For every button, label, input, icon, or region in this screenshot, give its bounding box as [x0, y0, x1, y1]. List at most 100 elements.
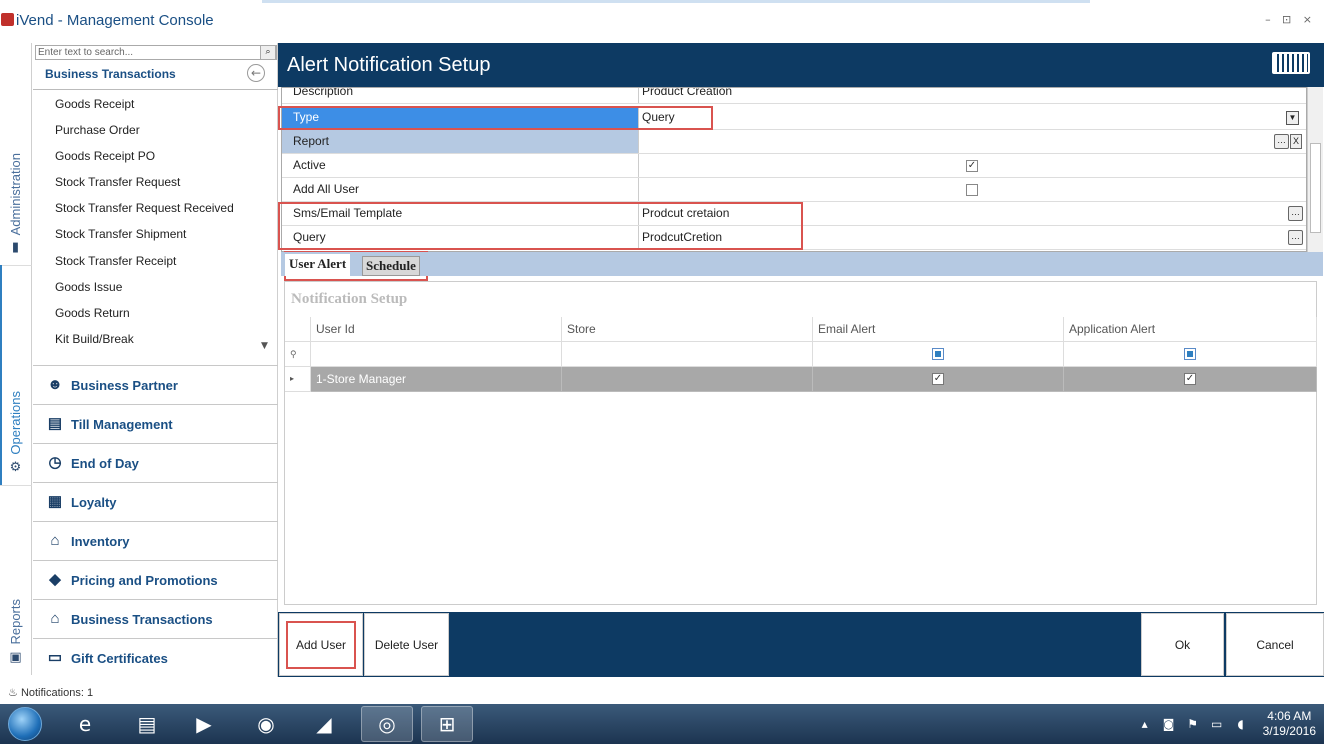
keyboard-icon[interactable] [1272, 52, 1310, 74]
clock[interactable]: 4:06 AM 3/19/2016 [1263, 709, 1316, 739]
sidebar-item-goods-receipt-po[interactable]: Goods Receipt PO [55, 148, 265, 174]
group-label: Inventory [71, 533, 130, 549]
taskbar: e ▤ ▶ ◉ ◢ ◎ ⊞ ▴ ◙ ⚑ ▭ ◖ 4:06 AM 3/19/201… [0, 704, 1324, 744]
scroll-down-icon[interactable]: ▼ [261, 341, 268, 351]
bell-icon[interactable]: ♨ [8, 687, 18, 699]
reports-label: Reports [8, 599, 23, 645]
tray-app-icon[interactable]: ◙ [1161, 716, 1177, 732]
sidebar-item-goods-issue[interactable]: Goods Issue [55, 279, 265, 305]
sidebar-item-purchase-order[interactable]: Purchase Order [55, 122, 265, 148]
sidebar-item-stock-transfer-request[interactable]: Stock Transfer Request [55, 174, 265, 200]
column-header[interactable]: Store [562, 317, 813, 342]
chrome-icon[interactable]: ◉ [240, 706, 292, 742]
tab-schedule[interactable]: Schedule [362, 256, 420, 276]
prop-row-add-all-user[interactable]: Add All User [282, 178, 1306, 202]
section-title: Notification Setup [291, 291, 408, 307]
filter-cell[interactable] [1064, 342, 1317, 367]
browse-button[interactable]: … [1274, 134, 1289, 149]
tab-operations[interactable]: Operations ⚙ [0, 265, 32, 485]
app-icon [1, 13, 14, 26]
tab-reports[interactable]: Reports ▣ [0, 485, 32, 675]
group-end-of-day[interactable]: ◷ End of Day [33, 443, 278, 482]
store-cell[interactable] [562, 367, 813, 392]
sidebar-item-stock-transfer-receipt[interactable]: Stock Transfer Receipt [55, 253, 265, 279]
scrollbar-thumb[interactable] [1310, 143, 1321, 233]
active-checkbox[interactable]: ✓ [966, 160, 978, 172]
filter-icon: ⚲ [285, 342, 311, 367]
app-icon-notes[interactable]: ◢ [298, 706, 350, 742]
flag-icon[interactable]: ⚑ [1185, 716, 1201, 732]
report-value[interactable] [639, 130, 1306, 153]
email-alert-checkbox[interactable]: ✓ [932, 373, 944, 385]
chevron-down-icon[interactable]: ▼ [1286, 111, 1299, 125]
sidebar-item-goods-return[interactable]: Goods Return [55, 305, 265, 331]
browse-button[interactable]: … [1288, 206, 1303, 221]
app-alert-cell[interactable]: ✓ [1064, 367, 1317, 392]
search-icon[interactable]: ⌕ [260, 45, 276, 60]
network-icon[interactable]: ▭ [1209, 716, 1225, 732]
description-value[interactable]: Product Creation [639, 88, 1306, 103]
prop-row-report[interactable]: Report … X [282, 130, 1306, 154]
action-bar: Add User Delete User Ok Cancel [278, 612, 1324, 677]
window-controls[interactable]: – ⊡ × [1265, 13, 1316, 26]
start-button[interactable] [8, 707, 42, 741]
sidebar-item-stock-transfer-shipment[interactable]: Stock Transfer Shipment [55, 226, 265, 252]
property-grid-scrollbar[interactable] [1307, 87, 1323, 252]
column-header[interactable]: Email Alert [813, 317, 1064, 342]
group-pricing-promotions[interactable]: ◆ Pricing and Promotions [33, 560, 278, 599]
chevron-up-icon[interactable]: ▴ [1137, 716, 1153, 732]
tag-icon: ◆ [49, 571, 61, 588]
group-till-management[interactable]: ▤ Till Management [33, 404, 278, 443]
type-select[interactable]: Query [639, 106, 1306, 129]
prop-row-active[interactable]: Active ✓ [282, 154, 1306, 178]
media-player-icon[interactable]: ▶ [178, 706, 230, 742]
sidebar-item-kit-build-break[interactable]: Kit Build/Break [55, 331, 265, 357]
explorer-icon[interactable]: ▤ [121, 706, 173, 742]
title-bar: iVend - Management Console – ⊡ × [0, 0, 1324, 42]
gear-icon: ⚙ [9, 460, 22, 475]
user-id-cell[interactable]: 1-Store Manager [311, 367, 562, 392]
filter-cell[interactable] [813, 342, 1064, 367]
add-all-user-checkbox[interactable] [966, 184, 978, 196]
app-filter-checkbox[interactable] [1184, 348, 1196, 360]
active-tab-indicator [0, 265, 2, 485]
application-alert-checkbox[interactable]: ✓ [1184, 373, 1196, 385]
register-icon: ▤ [47, 415, 63, 432]
prop-row-description[interactable]: Description Product Creation [282, 88, 1306, 104]
tab-user-alert[interactable]: User Alert [285, 254, 351, 276]
search-input[interactable]: Enter text to search... [35, 45, 277, 60]
ok-button[interactable]: Ok [1141, 613, 1224, 676]
group-business-partner[interactable]: ☻ Business Partner [33, 365, 278, 404]
page-title: Alert Notification Setup [287, 54, 491, 76]
volume-icon[interactable]: ◖ [1233, 716, 1249, 732]
ivend-taskbar-icon[interactable]: ◎ [361, 706, 413, 742]
back-arrow-icon[interactable]: ← [247, 64, 265, 82]
clock-time: 4:06 AM [1267, 709, 1312, 723]
group-loyalty[interactable]: ▦ Loyalty [33, 482, 278, 521]
filter-cell[interactable] [311, 342, 562, 367]
email-alert-cell[interactable]: ✓ [813, 367, 1064, 392]
delete-user-button[interactable]: Delete User [364, 613, 449, 676]
prop-label: Description [282, 88, 639, 103]
clear-button[interactable]: X [1290, 134, 1302, 149]
highlight-type [278, 106, 713, 130]
column-header[interactable]: Application Alert [1064, 317, 1317, 342]
notifications-count[interactable]: Notifications: 1 [21, 687, 93, 699]
table-row[interactable]: ▸ 1-Store Manager ✓ ✓ [285, 367, 1317, 392]
tab-administration[interactable]: Administration ▮ [0, 43, 32, 265]
group-inventory[interactable]: ⌂ Inventory [33, 521, 278, 560]
sidebar-item-stock-transfer-request-received[interactable]: Stock Transfer Request Received [55, 200, 265, 226]
browse-button[interactable]: … [1288, 230, 1303, 245]
email-filter-checkbox[interactable] [932, 348, 944, 360]
group-business-transactions[interactable]: ⌂ Business Transactions [33, 599, 278, 638]
cart-icon[interactable]: ⊞ [421, 706, 473, 742]
sidebar-item-goods-receipt[interactable]: Goods Receipt [55, 96, 265, 122]
report-icon: ▣ [9, 650, 22, 665]
ie-icon[interactable]: e [59, 706, 111, 742]
column-header[interactable]: User Id [311, 317, 562, 342]
cancel-button[interactable]: Cancel [1226, 613, 1324, 676]
filter-cell[interactable] [562, 342, 813, 367]
clock-icon: ◷ [48, 454, 62, 471]
row-expand-icon[interactable]: ▸ [285, 367, 311, 392]
group-gift-certificates[interactable]: ▭ Gift Certificates [33, 638, 278, 677]
